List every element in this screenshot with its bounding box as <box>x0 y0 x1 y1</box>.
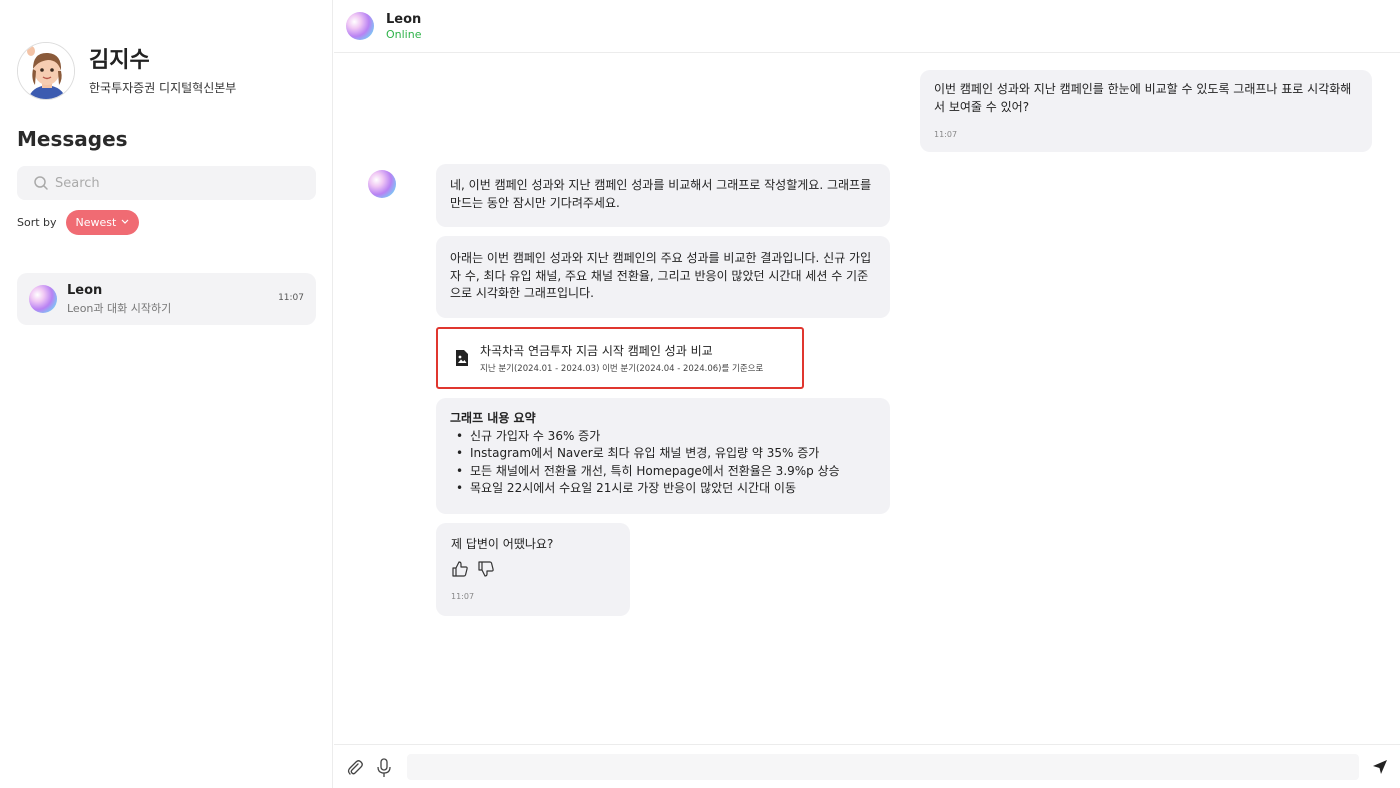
avatar <box>17 42 75 100</box>
graph-attachment[interactable]: 차곡차곡 연금투자 지금 시작 캠페인 성과 비교 지난 분기(2024.01 … <box>436 327 804 389</box>
summary-item: 모든 채널에서 전환율 개선, 특히 Homepage에서 전환율은 3.9%p… <box>456 463 876 481</box>
search-box[interactable] <box>17 166 316 200</box>
thumbs-up-icon[interactable] <box>451 560 469 578</box>
message-time: 11:07 <box>451 591 475 601</box>
feedback-buttons <box>451 560 615 578</box>
image-file-icon <box>454 349 470 367</box>
message-input[interactable] <box>407 754 1359 780</box>
bot-message: 아래는 이번 캠페인 성과와 지난 캠페인의 주요 성과를 비교한 결과입니다.… <box>436 236 890 318</box>
profile-organization: 한국투자증권 디지털혁신본부 <box>89 80 237 95</box>
bot-message: 네, 이번 캠페인 성과와 지난 캠페인 성과를 비교해서 그래프로 작성할게요… <box>436 164 890 227</box>
user-message: 이번 캠페인 성과와 지난 캠페인를 한눈에 비교할 수 있도록 그래프나 표로… <box>920 70 1372 152</box>
user-message-text: 이번 캠페인 성과와 지난 캠페인를 한눈에 비교할 수 있도록 그래프나 표로… <box>934 82 1352 114</box>
summary-item: 목요일 22시에서 수요일 21시로 가장 반응이 많았던 시간대 이동 <box>456 480 876 498</box>
sort-by-label: Sort by <box>17 216 57 229</box>
bot-message-text: 아래는 이번 캠페인 성과와 지난 캠페인의 주요 성과를 비교한 결과입니다.… <box>450 251 872 300</box>
bot-avatar <box>368 170 396 198</box>
summary-item: 신규 가입자 수 36% 증가 <box>456 428 876 446</box>
microphone-icon[interactable] <box>376 758 392 778</box>
attachment-title: 차곡차곡 연금투자 지금 시작 캠페인 성과 비교 <box>480 344 713 358</box>
conversation-item[interactable]: Leon Leon과 대화 시작하기 11:07 <box>17 273 316 325</box>
feedback-message: 제 답변이 어땠나요? 11:07 <box>436 523 630 616</box>
sidebar: 김지수 한국투자증권 디지털혁신본부 Messages Sort by Newe… <box>0 0 333 788</box>
thumbs-down-icon[interactable] <box>477 560 495 578</box>
message-time: 11:07 <box>934 130 958 139</box>
summary-heading: 그래프 내용 요약 <box>450 411 536 425</box>
message-input-bar <box>334 744 1400 788</box>
summary-list: 신규 가입자 수 36% 증가 Instagram에서 Naver로 최다 유입… <box>456 428 876 498</box>
chevron-down-icon <box>121 218 129 227</box>
online-status: Online <box>386 27 422 41</box>
sort-dropdown[interactable]: Newest <box>65 210 140 235</box>
user-profile: 김지수 한국투자증권 디지털혁신본부 <box>17 42 236 100</box>
summary-item: Instagram에서 Naver로 최다 유입 채널 변경, 유입량 약 35… <box>456 445 876 463</box>
search-input[interactable] <box>55 175 295 191</box>
feedback-question: 제 답변이 어땠나요? <box>451 537 554 551</box>
sort-row: Sort by Newest <box>17 210 140 235</box>
conversation-time: 11:07 <box>278 293 304 303</box>
chat-header: Leon Online <box>334 0 1400 53</box>
leon-avatar <box>346 12 374 40</box>
send-icon[interactable] <box>1372 759 1388 775</box>
sort-value: Newest <box>75 216 117 229</box>
conversation-name: Leon <box>67 282 103 298</box>
leon-avatar <box>29 285 57 313</box>
attachment-subtitle: 지난 분기(2024.01 - 2024.03) 이번 분기(2024.04 -… <box>480 364 764 374</box>
profile-name: 김지수 <box>89 47 150 73</box>
bot-message-text: 네, 이번 캠페인 성과와 지난 캠페인 성과를 비교해서 그래프로 작성할게요… <box>450 178 872 210</box>
chat-contact-name: Leon <box>386 11 422 27</box>
messages-title: Messages <box>17 127 128 151</box>
summary-message: 그래프 내용 요약 신규 가입자 수 36% 증가 Instagram에서 Na… <box>436 398 890 514</box>
search-icon <box>33 175 49 191</box>
paperclip-icon[interactable] <box>346 759 364 777</box>
conversation-preview: Leon과 대화 시작하기 <box>67 301 172 315</box>
